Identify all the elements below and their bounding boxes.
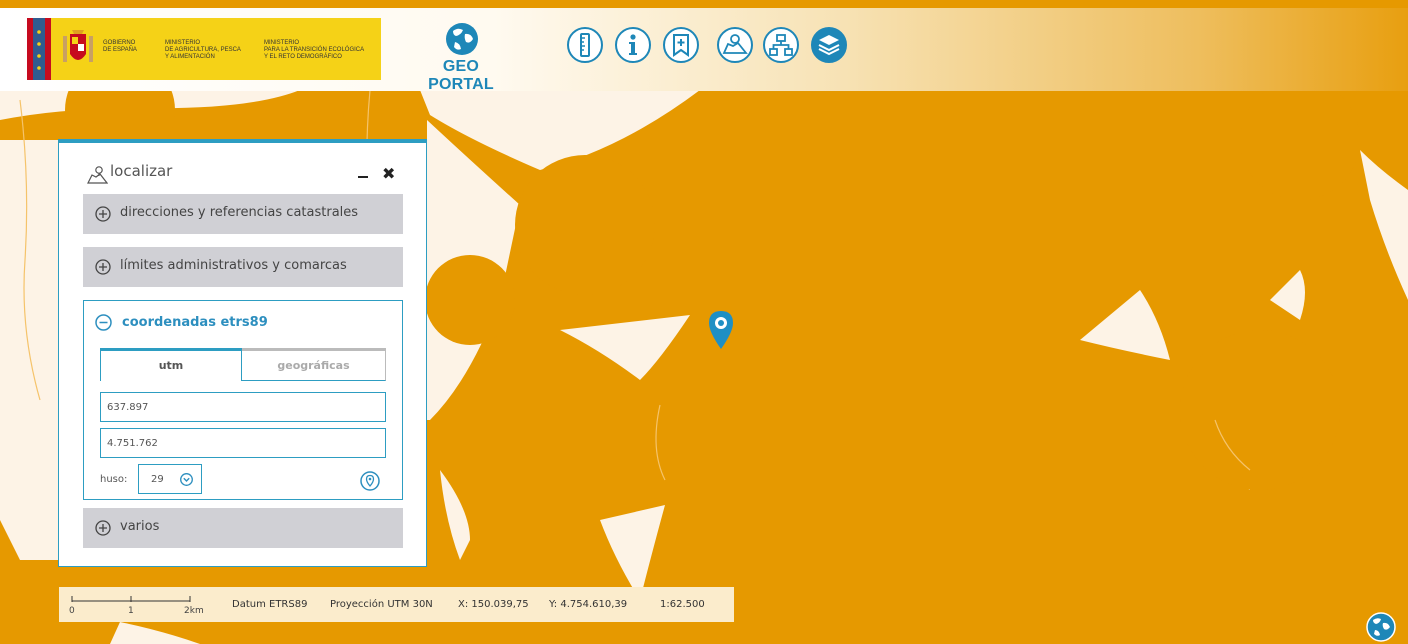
locate-icon[interactable] (360, 471, 380, 491)
y-coordinate-text: Y: 4.754.610,39 (549, 599, 628, 610)
plus-circle-icon (95, 259, 111, 275)
info-icon (615, 27, 651, 63)
scale-tick-1: 1 (128, 606, 134, 616)
section-varios-label: varios (120, 519, 160, 534)
section-coordenadas: coordenadas etrs89 utm geográficas huso:… (83, 300, 403, 500)
panel-header: localizar ✖ (59, 143, 426, 195)
ruler-button[interactable] (566, 26, 604, 64)
utm-x-input[interactable] (100, 392, 386, 422)
section-direcciones[interactable]: direcciones y referencias catastrales (83, 194, 403, 234)
location-marker-icon[interactable] (708, 310, 734, 350)
sitemap-icon (763, 27, 799, 63)
bookmark-add-button[interactable] (662, 26, 700, 64)
huso-value: 29 (151, 474, 164, 485)
minimize-button[interactable] (358, 176, 368, 178)
bookmark-add-icon (663, 27, 699, 63)
plus-circle-icon (95, 206, 111, 222)
section-limites[interactable]: límites administrativos y comarcas (83, 247, 403, 287)
section-direcciones-label: direcciones y referencias catastrales (120, 205, 359, 220)
coat-of-arms-icon (63, 30, 93, 62)
scale-tick-2: 2km (184, 606, 204, 616)
section-varios[interactable]: varios (83, 508, 403, 548)
close-button[interactable]: ✖ (382, 164, 395, 184)
gobierno-espana-text: GOBIERNO DE ESPAÑA (103, 40, 137, 53)
x-coordinate-text: X: 150.039,75 (458, 599, 529, 610)
spain-flag-icon (27, 18, 51, 80)
huso-label: huso: (100, 474, 128, 485)
scale-bar (71, 596, 191, 602)
geoportal-title: GEO PORTAL (428, 58, 494, 93)
government-logo-banner: GOBIERNO DE ESPAÑA MINISTERIO DE AGRICUL… (27, 18, 381, 80)
plus-circle-icon (95, 520, 111, 536)
sitemap-button[interactable] (762, 26, 800, 64)
projection-text: Proyección UTM 30N (330, 599, 433, 610)
panel-title: localizar (110, 162, 173, 180)
status-bar: 0 1 2km Datum ETRS89 Proyección UTM 30N … (59, 587, 734, 622)
ruler-icon (567, 27, 603, 63)
localizar-panel: localizar ✖ direcciones y referencias ca… (58, 139, 427, 567)
huso-select[interactable]: 29 (138, 464, 202, 494)
globe-icon (446, 23, 478, 55)
tab-geograficas[interactable]: geográficas (242, 348, 386, 381)
layers-button[interactable] (810, 26, 848, 64)
utm-y-input[interactable] (100, 428, 386, 458)
info-button[interactable] (614, 26, 652, 64)
geoportal-logo[interactable]: GEO PORTAL (408, 22, 514, 93)
datum-text: Datum ETRS89 (232, 599, 308, 610)
section-limites-label: límites administrativos y comarcas (120, 258, 347, 273)
map-search-button[interactable] (716, 26, 754, 64)
layers-icon (811, 27, 847, 63)
map-scale-text: 1:62.500 (660, 599, 705, 610)
app-header: GOBIERNO DE ESPAÑA MINISTERIO DE AGRICUL… (0, 8, 1408, 93)
map-pin-area-icon (87, 166, 108, 184)
tab-utm[interactable]: utm (100, 348, 242, 381)
ministerio-agricultura-text: MINISTERIO DE AGRICULTURA, PESCA Y ALIME… (165, 40, 241, 60)
ministerio-transicion-text: MINISTERIO PARA LA TRANSICIÓN ECOLÓGICA … (264, 40, 365, 60)
globe-icon[interactable] (1366, 612, 1396, 642)
chevron-down-icon (180, 473, 193, 486)
close-icon: ✖ (382, 164, 396, 183)
scale-tick-0: 0 (69, 606, 75, 616)
minus-circle-icon[interactable] (95, 314, 112, 331)
section-coordenadas-label[interactable]: coordenadas etrs89 (122, 315, 268, 330)
map-search-icon (717, 27, 753, 63)
